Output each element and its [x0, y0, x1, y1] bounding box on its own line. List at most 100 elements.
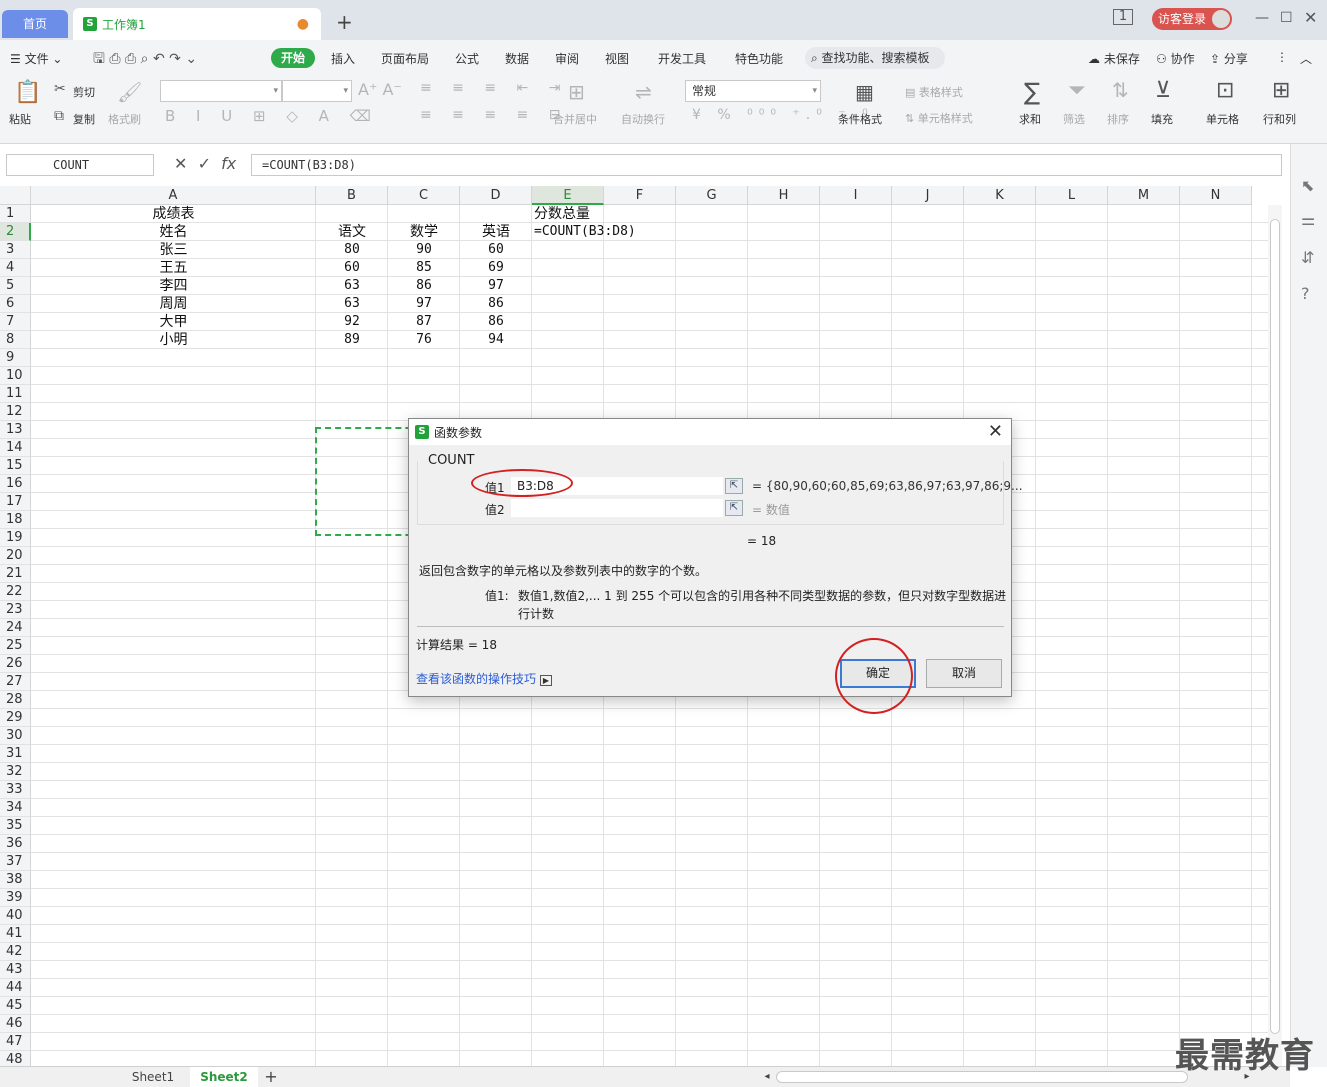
arg1-input[interactable]: B3:D8 — [511, 477, 723, 495]
column-header-m[interactable]: M — [1108, 186, 1180, 205]
quick-access-icons[interactable]: 🖫 ⎙ ⎙ ⌕ ↶ ↷ ⌄ — [93, 48, 197, 72]
column-header-a[interactable]: A — [31, 186, 316, 205]
add-sheet-plus-icon[interactable]: + — [262, 1067, 280, 1087]
page-indicator-icon[interactable]: 1 — [1113, 9, 1133, 25]
cell-chinese-score[interactable]: 63 — [316, 277, 388, 295]
collapse-ribbon-icon[interactable]: ︿ — [1300, 50, 1312, 67]
collaborate-button[interactable]: ⚇ 协作 — [1156, 50, 1195, 67]
menu-page-layout[interactable]: 页面布局 — [381, 50, 429, 67]
copy-icon[interactable]: ⧉ — [54, 108, 64, 124]
row-header[interactable]: 27 — [0, 673, 31, 691]
cell-e1[interactable]: 分数总量 — [532, 205, 604, 223]
row-header[interactable]: 8 — [0, 331, 31, 349]
column-header-f[interactable]: F — [604, 186, 676, 205]
sort-button[interactable]: 排序 — [1107, 111, 1129, 127]
share-button[interactable]: ⇪ 分享 — [1210, 50, 1248, 67]
row-header[interactable]: 14 — [0, 439, 31, 457]
row-header[interactable]: 3 — [0, 241, 31, 259]
cell-chinese-score[interactable]: 89 — [316, 331, 388, 349]
cell-a1[interactable]: 成绩表 — [31, 205, 316, 223]
horizontal-scrollbar[interactable] — [776, 1071, 1188, 1083]
vertical-align-icons[interactable]: ≡ ≡ ≡ ⇤ ⇥ — [420, 80, 568, 96]
menu-file[interactable]: ☰ 文件 ⌄ — [10, 50, 62, 67]
paste-icon[interactable]: 📋 — [14, 80, 41, 105]
wrap-text-button[interactable]: 自动换行 — [621, 111, 665, 127]
row-header[interactable]: 1 — [0, 205, 31, 223]
arg1-range-picker-icon[interactable]: ⇱ — [725, 478, 743, 494]
row-header[interactable]: 39 — [0, 889, 31, 907]
row-header[interactable]: 44 — [0, 979, 31, 997]
format-painter-icon[interactable]: 🖌 — [117, 80, 142, 104]
column-header-b[interactable]: B — [316, 186, 388, 205]
row-col-button[interactable]: 行和列 — [1263, 111, 1296, 127]
vertical-scrollbar[interactable] — [1268, 205, 1282, 1066]
row-header[interactable]: 21 — [0, 565, 31, 583]
vertical-scroll-thumb[interactable] — [1270, 219, 1280, 1034]
column-header-g[interactable]: G — [676, 186, 748, 205]
select-cursor-icon[interactable]: ⬉ — [1301, 176, 1314, 195]
cell-student-name[interactable]: 大甲 — [31, 313, 316, 331]
cell-math-score[interactable]: 76 — [388, 331, 460, 349]
cell-chinese-score[interactable]: 60 — [316, 259, 388, 277]
row-header[interactable]: 18 — [0, 511, 31, 529]
arg2-input[interactable] — [511, 499, 723, 517]
sum-icon[interactable]: ∑ — [1024, 78, 1040, 106]
row-header[interactable]: 47 — [0, 1033, 31, 1051]
column-header-e[interactable]: E — [532, 186, 604, 205]
cell-math-score[interactable]: 85 — [388, 259, 460, 277]
cell-student-name[interactable]: 周周 — [31, 295, 316, 313]
help-tips-link[interactable]: 查看该函数的操作技巧 ▶ — [416, 670, 552, 687]
font-style-icons[interactable]: B I U ⊞ ◇ A ⌫ — [165, 107, 379, 125]
row-header[interactable]: 24 — [0, 619, 31, 637]
row-header[interactable]: 15 — [0, 457, 31, 475]
dialog-close-icon[interactable]: ✕ — [988, 421, 1003, 442]
fill-button[interactable]: 填充 — [1151, 111, 1173, 127]
cell-math-score[interactable]: 90 — [388, 241, 460, 259]
row-header[interactable]: 41 — [0, 925, 31, 943]
minimize-icon[interactable]: — — [1255, 10, 1269, 26]
row-header[interactable]: 12 — [0, 403, 31, 421]
column-header-h[interactable]: H — [748, 186, 820, 205]
copy-button[interactable]: 复制 — [73, 111, 95, 127]
cell-icon[interactable]: ⊡ — [1216, 78, 1234, 103]
new-tab-plus-icon[interactable]: + — [336, 10, 353, 34]
row-header[interactable]: 43 — [0, 961, 31, 979]
menu-features[interactable]: 特色功能 — [735, 50, 783, 67]
menu-review[interactable]: 审阅 — [555, 50, 579, 67]
cell-english-score[interactable]: 97 — [460, 277, 532, 295]
cut-button[interactable]: 剪切 — [73, 84, 95, 100]
paste-button[interactable]: 粘贴 — [9, 111, 31, 127]
font-grow-icon[interactable]: A⁺ A⁻ — [358, 80, 402, 99]
column-header-l[interactable]: L — [1036, 186, 1108, 205]
menu-insert[interactable]: 插入 — [331, 50, 355, 67]
column-header-i[interactable]: I — [820, 186, 892, 205]
horizontal-align-icons[interactable]: ≡ ≡ ≡ ≡ ⊟ — [420, 107, 568, 123]
column-header-j[interactable]: J — [892, 186, 964, 205]
cell-english-score[interactable]: 86 — [460, 313, 532, 331]
row-header[interactable]: 4 — [0, 259, 31, 277]
sort-icon[interactable]: ⇅ — [1112, 78, 1129, 102]
cell-math-score[interactable]: 87 — [388, 313, 460, 331]
cell-b2[interactable]: 语文 — [316, 223, 388, 241]
menu-developer[interactable]: 开发工具 — [658, 50, 706, 67]
row-header[interactable]: 45 — [0, 997, 31, 1015]
formula-action-icons[interactable]: ✕ ✓ fx — [174, 154, 236, 173]
select-all-corner[interactable] — [0, 186, 31, 205]
cell-math-score[interactable]: 86 — [388, 277, 460, 295]
conditional-format-icon[interactable]: ▦ — [855, 80, 874, 104]
cell-math-score[interactable]: 97 — [388, 295, 460, 313]
sum-button[interactable]: 求和 — [1019, 111, 1041, 127]
row-header[interactable]: 32 — [0, 763, 31, 781]
row-header[interactable]: 40 — [0, 907, 31, 925]
row-header[interactable]: 6 — [0, 295, 31, 313]
scroll-left-icon[interactable]: ◂ — [760, 1067, 774, 1087]
row-header[interactable]: 11 — [0, 385, 31, 403]
property-settings-icon[interactable]: ⚌ — [1301, 210, 1315, 229]
row-header[interactable]: 38 — [0, 871, 31, 889]
row-header[interactable]: 48 — [0, 1051, 31, 1066]
conditional-format-button[interactable]: 条件格式 — [838, 111, 882, 127]
guest-login-button[interactable]: 访客登录 — [1152, 8, 1232, 30]
row-header[interactable]: 10 — [0, 367, 31, 385]
column-header-c[interactable]: C — [388, 186, 460, 205]
formula-input[interactable]: =COUNT(B3:D8) — [251, 154, 1282, 176]
